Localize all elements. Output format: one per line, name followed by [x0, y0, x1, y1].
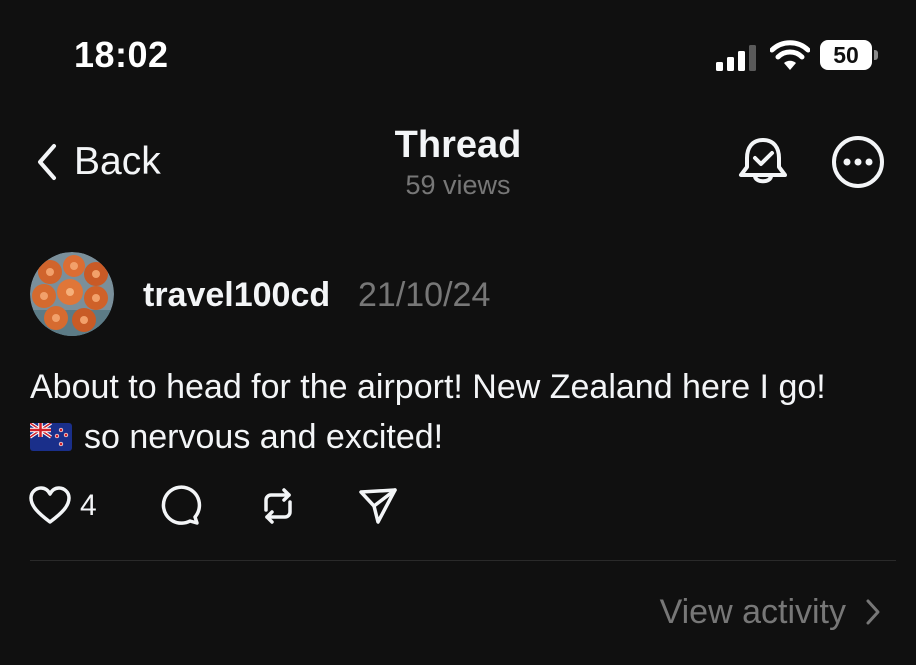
chevron-right-icon — [866, 599, 880, 625]
share-icon[interactable] — [356, 484, 400, 528]
post-author[interactable]: travel100cd — [143, 276, 330, 315]
bell-check-icon[interactable] — [736, 134, 790, 190]
divider — [30, 560, 896, 561]
post-text-line-2-label: so nervous and excited! — [84, 418, 444, 456]
wifi-icon — [770, 40, 810, 70]
view-activity-label: View activity — [659, 592, 846, 631]
view-activity-link[interactable]: View activity — [660, 592, 882, 632]
new-zealand-flag-icon — [30, 423, 72, 451]
more-horizontal-circle-icon[interactable] — [830, 134, 886, 190]
battery-body: 50 — [820, 40, 872, 70]
post-text-line: About to head for the airport! New Zeala… — [30, 368, 826, 406]
battery-level: 50 — [833, 41, 859, 68]
repost-icon[interactable] — [256, 484, 300, 528]
battery-indicator: 50 — [820, 40, 882, 72]
avatar[interactable] — [30, 252, 114, 336]
heart-icon — [29, 486, 71, 524]
post-date: 21/10/24 — [358, 276, 491, 314]
like-button[interactable]: 4 — [28, 484, 97, 528]
post-text: About to head for the airport! New Zeala… — [30, 362, 900, 462]
battery-tip — [874, 50, 878, 60]
comment-icon[interactable] — [158, 484, 202, 528]
status-time: 18:02 — [74, 34, 169, 75]
like-count: 4 — [80, 489, 97, 522]
post-text-line-2: so nervous and excited! — [30, 412, 900, 462]
cellular-signal-icon — [716, 45, 756, 71]
